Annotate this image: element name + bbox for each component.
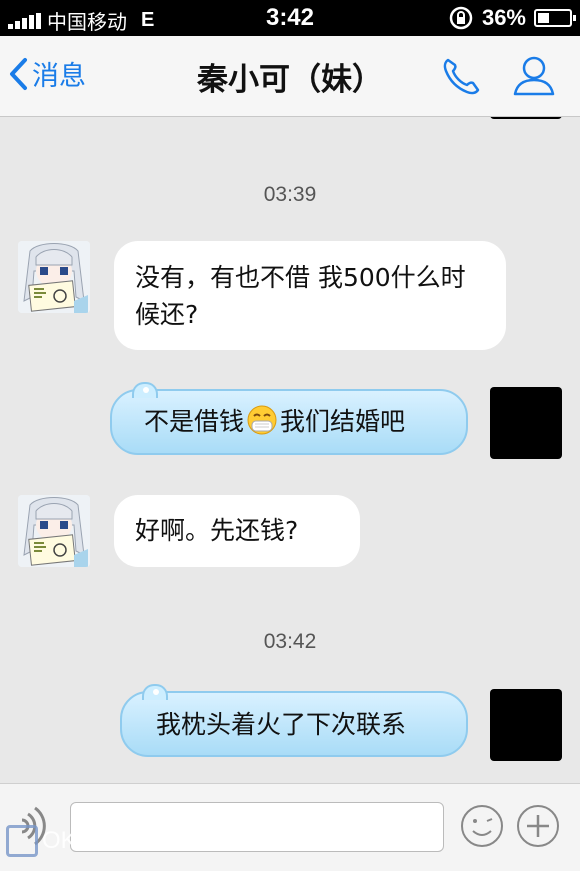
battery-percent: 36% [481,5,526,30]
watermark-logo-icon [6,825,38,857]
chat-title: 秦小可（妹） [197,62,383,98]
anime-girl-avatar-image [18,495,90,567]
message-text: 我枕头着火了下次联系 [156,710,407,739]
outgoing-message-bubble: 不是借钱 我们结婚吧 [110,382,468,455]
watermark-text: OKO.CO [42,827,139,854]
phone-icon [443,58,480,95]
rotation-lock-icon [449,6,473,30]
timestamp: 03:39 [263,183,317,206]
battery-icon [534,9,576,27]
my-avatar[interactable] [490,117,562,119]
message-text: 好啊。先还钱? [135,516,299,545]
emoji-button[interactable] [460,804,504,852]
watermark: OKO.CO [6,825,138,857]
incoming-message-bubble: 好啊。先还钱? [114,495,360,567]
contact-profile-button[interactable] [512,54,556,102]
person-icon [513,56,555,96]
call-button[interactable] [440,56,482,102]
incoming-message-bubble: 没有，有也不借 我500什么时候还? [114,241,506,350]
outgoing-message-bubble: 我枕头着火了下次联系 [120,684,468,757]
status-bar: 中国移动 E 3:42 36% [0,0,580,36]
smiley-icon [461,805,503,847]
timestamp: 03:42 [263,630,317,653]
mask-face-emoji-icon [247,405,277,435]
message-text-after-emoji: 我们结婚吧 [280,407,406,436]
more-button[interactable] [516,804,560,852]
my-avatar[interactable] [490,387,562,459]
chat-area[interactable]: 03:39 没有，有也不借 我500什么时候还? 不是借钱 我们结婚吧 好啊。先… [0,117,580,783]
contact-avatar[interactable] [18,495,90,567]
status-right: 36% [448,5,576,31]
message-text-before-emoji: 不是借钱 [144,407,245,436]
plus-icon [517,805,559,847]
anime-girl-avatar-image [18,241,90,313]
message-text: 没有，有也不借 我500什么时候还? [135,263,466,329]
nav-bar: 消息 秦小可（妹） [0,36,580,117]
contact-avatar[interactable] [18,241,90,313]
my-avatar[interactable] [490,689,562,761]
